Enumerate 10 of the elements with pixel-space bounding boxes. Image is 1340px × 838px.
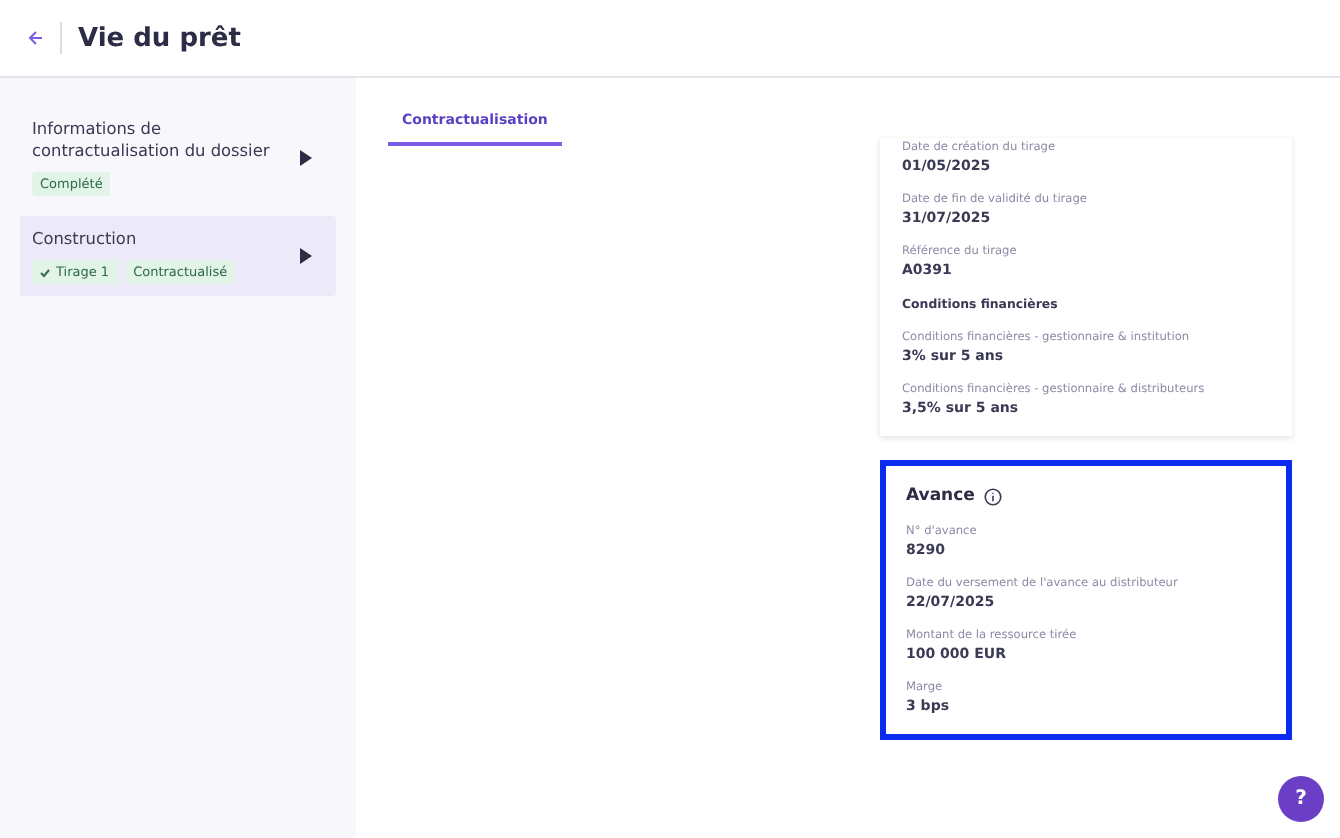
info-icon[interactable] — [984, 487, 1003, 505]
card-title: Avance — [906, 486, 975, 506]
help-button[interactable]: ? — [1278, 776, 1324, 822]
expand-triangle-icon[interactable] — [300, 149, 312, 165]
expand-triangle-icon[interactable] — [300, 248, 312, 264]
page-title: Vie du prêt — [78, 23, 241, 53]
back-arrow-icon[interactable] — [28, 30, 44, 46]
sidebar-item-title: Informations de contractualisation du dossier — [32, 118, 272, 162]
check-icon — [40, 267, 50, 277]
sidebar-item-title: Construction — [32, 228, 139, 250]
